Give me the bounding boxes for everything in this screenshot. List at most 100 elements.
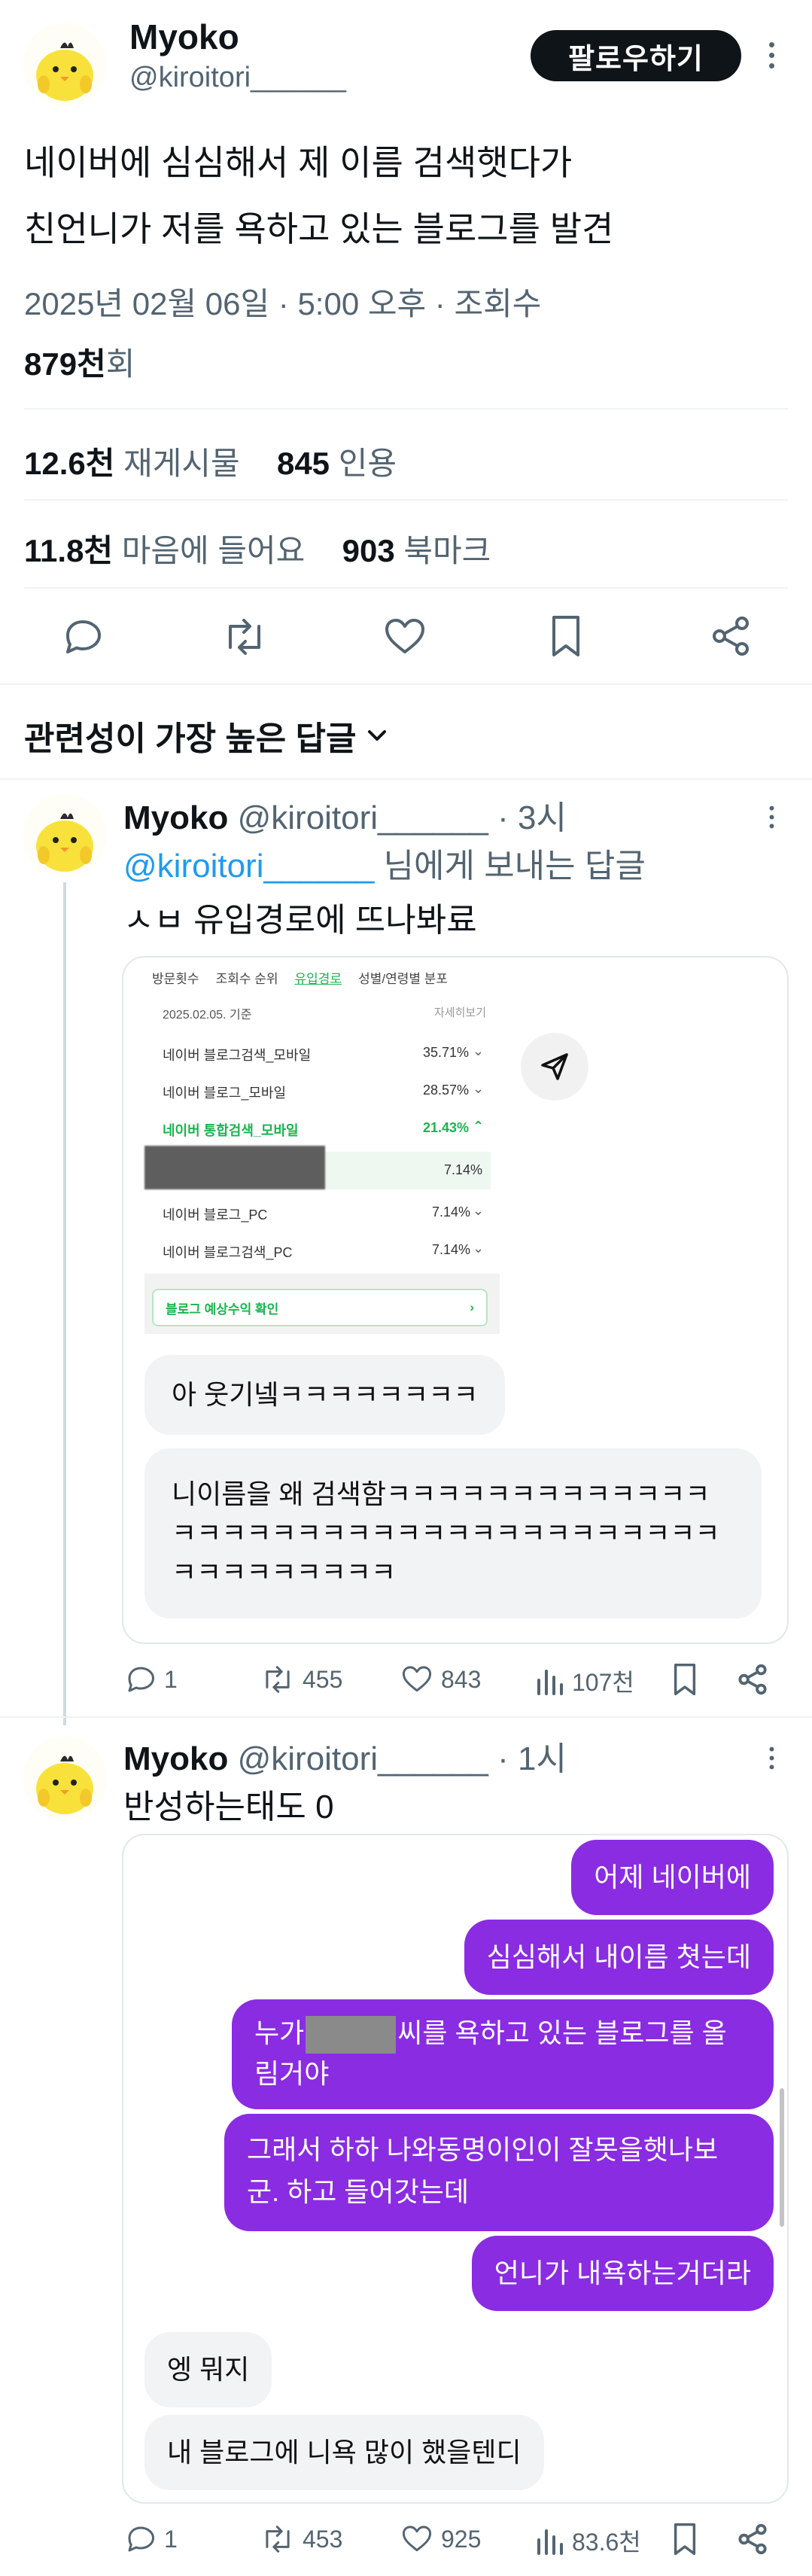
- quote-label[interactable]: 인용: [339, 446, 397, 481]
- replying-to-suffix: 님에게 보내는 답글: [383, 848, 646, 885]
- chat-bubble-sent: 그래서 하하 나와동명이인이 잘못을햇나보 군. 하고 들어갓는데: [224, 2114, 774, 2231]
- reply-header: Myoko @kiroitori______ · 3시: [123, 790, 567, 839]
- reply-image-card[interactable]: 어제 네이버에 심심해서 내이름 쳣는데 누가 씨를 욕하고 있는 블로그를 올 …: [122, 1834, 789, 2504]
- like-icon: [402, 2526, 432, 2552]
- divider: [24, 408, 788, 410]
- views-line: 879천회: [24, 339, 135, 385]
- retweet-label[interactable]: 재게시물: [123, 446, 240, 481]
- reply-author-name[interactable]: Myoko: [123, 799, 228, 836]
- analytics-row: 네이버 블로그검색_PC 7.14% ⌄: [163, 1241, 485, 1260]
- analytics-row: 네이버 블로그검색_모바일 35.71% ⌄: [163, 1043, 485, 1063]
- analytics-tabs: 방문횟수 조회수 순위 유입경로 성별/연령별 분포: [152, 968, 448, 987]
- author-handle[interactable]: @kiroitori______: [129, 62, 346, 94]
- like-label[interactable]: 마음에 들어요: [122, 533, 306, 568]
- more-options-icon[interactable]: [769, 1746, 774, 1770]
- chat-bubble: 아 웃기넼ㅋㅋㅋㅋㅋㅋㅋㅋ: [144, 1355, 506, 1435]
- tweet-timestamp[interactable]: 2025년 02월 06일 · 5:00 오후 · 조회수: [24, 279, 541, 324]
- share-icon[interactable]: [736, 2522, 769, 2556]
- share-icon[interactable]: [736, 1662, 769, 1697]
- analytics-row: 네이버 블로그_PC 7.14% ⌄: [163, 1203, 485, 1223]
- author-name[interactable]: Myoko: [129, 17, 239, 57]
- thread-line: [63, 882, 66, 1725]
- like-count[interactable]: 925: [400, 2523, 481, 2555]
- reply-avatar[interactable]: [23, 1736, 107, 1820]
- replying-to: @kiroitori______ 님에게 보내는 답글: [123, 839, 646, 887]
- reply-count[interactable]: 1: [125, 2523, 178, 2555]
- reply-time[interactable]: · 3시: [497, 799, 567, 836]
- section-separator: [0, 1716, 812, 1718]
- reply-author-handle[interactable]: @kiroitori______: [238, 1740, 488, 1777]
- tweet-text-line-2: 친언니가 저를 욕하고 있는 블로그를 발견: [24, 209, 614, 248]
- reply-header: Myoko @kiroitori______ · 1시: [123, 1731, 567, 1780]
- reply-time[interactable]: · 1시: [497, 1740, 567, 1777]
- reply-author-handle[interactable]: @kiroitori______: [238, 799, 488, 836]
- blog-analytics-screenshot: 방문횟수 조회수 순위 유입경로 성별/연령별 분포 2025.02.05. 기…: [144, 958, 500, 1334]
- chat-bubble-received: 엥 뭐지: [144, 2332, 272, 2407]
- bookmark-label[interactable]: 북마크: [403, 533, 491, 568]
- revenue-button: 블로그 예상수익 확인 ›: [152, 1289, 488, 1326]
- mention-link[interactable]: @kiroitori______: [123, 848, 374, 885]
- chat-bubble-received: 내 블로그에 니욕 많이 했을텐디: [144, 2415, 544, 2490]
- section-separator: [0, 778, 812, 780]
- retweet-quote-stats: 12.6천 재게시물 845 인용: [24, 438, 397, 484]
- analytics-date: 2025.02.05. 기준: [163, 1009, 252, 1022]
- author-avatar[interactable]: [23, 23, 107, 107]
- retweet-icon: [266, 1666, 290, 1693]
- views-count[interactable]: 107천: [534, 1664, 634, 1698]
- bookmark-icon[interactable]: [549, 614, 582, 658]
- analytics-more: 자세히보기: [434, 1006, 487, 1019]
- chat-bubble-sent: 언니가 내욕하는거더라: [471, 2236, 774, 2311]
- reply-count[interactable]: 1: [125, 1664, 178, 1695]
- chevron-down-icon: [368, 730, 387, 741]
- chat-bubble-sent: 어제 네이버에: [571, 1840, 774, 1915]
- tweet-text-line-1: 네이버에 심심해서 제 이름 검색햇다가: [24, 143, 573, 182]
- reply-icon: [128, 2526, 154, 2552]
- more-options-icon[interactable]: [769, 805, 774, 829]
- analytics-tab: 성별/연령별 분포: [358, 972, 448, 986]
- follow-button[interactable]: 팔로우하기: [531, 30, 741, 81]
- chat-bubble: 니이름을 왜 검색함ㅋㅋㅋㅋㅋㅋㅋㅋㅋㅋㅋㅋㅋㅋㅋㅋㅋㅋㅋㅋㅋㅋㅋㅋㅋㅋㅋㅋㅋㅋ…: [144, 1448, 762, 1618]
- analytics-icon: [537, 2529, 563, 2555]
- like-icon: [402, 1666, 432, 1692]
- views-count[interactable]: 83.6천: [534, 2523, 641, 2558]
- divider: [24, 499, 788, 501]
- reply-text: ㅅㅂ 유입경로에 뜨나봐료: [123, 902, 477, 939]
- retweet-icon: [266, 2526, 290, 2553]
- analytics-row: 네이버 블로그_모바일 28.57% ⌄: [163, 1081, 485, 1101]
- like-count[interactable]: 11.8천: [24, 533, 113, 568]
- analytics-tab-active: 유입경로: [294, 972, 342, 986]
- analytics-tab: 방문횟수: [152, 972, 199, 986]
- retweet-count[interactable]: 453: [260, 2523, 342, 2555]
- chick-avatar-icon: [23, 1736, 107, 1820]
- replies-sort-dropdown[interactable]: 관련성이 가장 높은 답글: [24, 711, 388, 760]
- like-count[interactable]: 843: [400, 1664, 481, 1695]
- redacted-block: [306, 2016, 397, 2054]
- reply-author-name[interactable]: Myoko: [123, 1740, 228, 1777]
- bookmark-count[interactable]: 903: [342, 533, 395, 568]
- like-bookmark-stats: 11.8천 마음에 들어요 903 북마크: [24, 525, 491, 571]
- views-count: 879천: [24, 346, 106, 382]
- redacted-block: [144, 1146, 325, 1189]
- analytics-tab: 조회수 순위: [215, 972, 278, 986]
- like-icon[interactable]: [382, 616, 427, 658]
- scrollbar[interactable]: [780, 2088, 784, 2227]
- reply-text: 반성하는태도 0: [123, 1789, 334, 1825]
- retweet-count[interactable]: 12.6천: [24, 446, 114, 481]
- views-suffix: 회: [105, 346, 135, 382]
- chick-avatar-icon: [23, 23, 107, 107]
- chat-bubble-sent: 누가 씨를 욕하고 있는 블로그를 올 림거야: [232, 1999, 774, 2109]
- bookmark-icon[interactable]: [672, 2522, 698, 2556]
- more-options-icon[interactable]: [769, 42, 774, 69]
- reply-avatar[interactable]: [23, 793, 107, 878]
- bookmark-icon[interactable]: [672, 1662, 698, 1697]
- analytics-icon: [537, 1670, 563, 1695]
- replies-sort-label: 관련성이 가장 높은 답글: [24, 720, 357, 757]
- reply-icon[interactable]: [62, 616, 104, 658]
- quote-count[interactable]: 845: [277, 446, 330, 481]
- retweet-icon[interactable]: [221, 616, 268, 658]
- share-icon[interactable]: [709, 614, 753, 658]
- retweet-count[interactable]: 455: [260, 1664, 342, 1695]
- reply-image-card[interactable]: 방문횟수 조회수 순위 유입경로 성별/연령별 분포 2025.02.05. 기…: [122, 956, 789, 1644]
- divider: [24, 587, 788, 589]
- chat-bubble-sent: 심심해서 내이름 쳣는데: [464, 1920, 774, 1995]
